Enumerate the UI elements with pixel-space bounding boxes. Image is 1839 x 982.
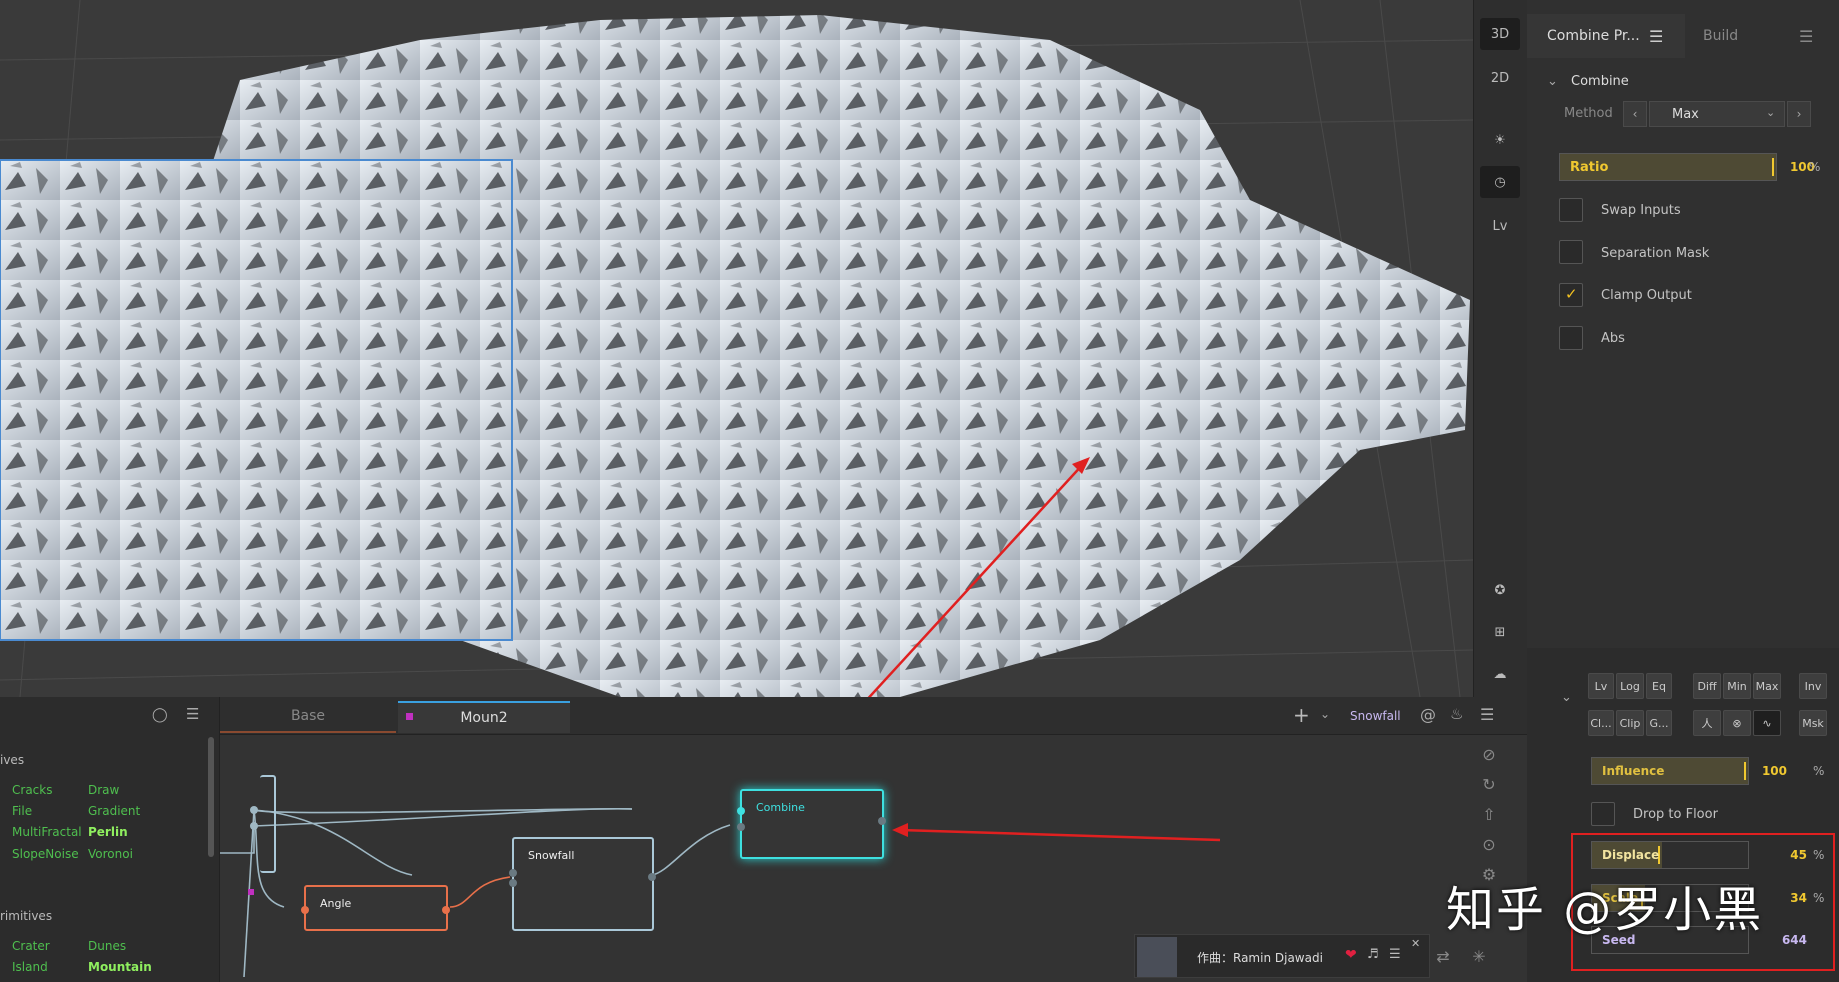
mask-clamp-button[interactable]: Cl... [1588,710,1614,736]
swap-inputs-checkbox[interactable] [1559,198,1583,222]
method-select[interactable]: Max ⌄ [1649,101,1785,127]
watermark: 知乎 @罗小黑 [1446,882,1764,938]
library-item[interactable]: MultiFractal [12,825,82,839]
method-value: Max [1672,107,1699,122]
mask-max-button[interactable]: Max [1753,673,1781,699]
chevron-down-icon: ⌄ [1766,106,1776,119]
library-item[interactable]: Island [12,960,48,974]
library-item[interactable]: Mountain [88,960,152,974]
mask-cross-icon[interactable]: ⊗ [1723,710,1751,736]
mask-person-icon[interactable]: 人 [1693,710,1721,736]
ratio-slider[interactable]: Ratio [1559,153,1777,181]
method-label: Method [1564,106,1613,121]
mask-msk-button[interactable]: Msk [1799,710,1827,736]
node-library: ◯ ☰ ives Cracks Draw File Gradient Multi… [0,697,220,982]
volume-icon[interactable]: ♬ [1367,947,1379,962]
clamp-output-label: Clamp Output [1601,288,1692,303]
library-item[interactable]: Draw [88,783,119,797]
sync-icon[interactable]: ⇄ [1432,947,1454,966]
method-prev-button[interactable]: ‹ [1623,101,1647,127]
heart-icon[interactable]: ❤ [1345,947,1357,963]
chevron-down-icon[interactable]: ⌄ [1561,690,1572,705]
influence-value: 100 [1761,764,1787,778]
mask-inv-button[interactable]: Inv [1799,673,1827,699]
library-scrollbar[interactable] [208,737,214,857]
section-combine: Combine [1571,74,1629,89]
abs-checkbox[interactable] [1559,326,1583,350]
library-item[interactable]: Dunes [88,939,126,953]
ratio-value: 100 [1789,160,1815,174]
library-item[interactable]: File [12,804,32,818]
separation-mask-label: Separation Mask [1601,246,1710,261]
build-menu-icon[interactable]: ☰ [1799,14,1813,58]
tab-combine-properties-label: Combine Pr... [1547,28,1640,44]
influence-label: Influence [1602,764,1665,778]
viewport-toolbar: 3D 2D ☀ ◷ Lv ✪ ⊞ ☁ [1473,0,1527,697]
ratio-unit: % [1809,160,1821,174]
mask-lv-button[interactable]: Lv [1588,673,1614,699]
library-item[interactable]: SlopeNoise [12,847,79,861]
target-icon[interactable]: ⊙ [1478,835,1500,854]
view-3d-button[interactable]: 3D [1480,18,1520,50]
playlist-icon[interactable]: ☰ [1389,947,1401,962]
sun-icon[interactable]: ☀ [1480,124,1520,156]
mask-log-button[interactable]: Log [1616,673,1644,699]
library-item[interactable]: Perlin [88,825,128,839]
chevron-down-icon[interactable]: ⌄ [1547,74,1558,89]
properties-panel: Combine Pr... ☰ Build ☰ ⌄ Combine Method… [1527,0,1839,982]
method-next-button[interactable]: › [1787,101,1811,127]
drop-to-floor-label: Drop to Floor [1633,807,1718,822]
lv-button[interactable]: Lv [1480,210,1520,242]
tab-build[interactable]: Build [1703,14,1738,58]
library-group-heading: ives [0,753,25,767]
library-menu-icon[interactable]: ☰ [186,705,199,723]
drop-to-floor-checkbox[interactable] [1591,802,1615,826]
separation-mask-checkbox[interactable] [1559,240,1583,264]
annotation-arrow-up [867,457,1090,697]
influence-unit: % [1813,764,1825,778]
music-player: 作曲：Ramin Djawadi ❤ ♬ ☰ ✕ [1134,934,1430,978]
mask-min-button[interactable]: Min [1723,673,1751,699]
gauge-icon[interactable]: ◷ [1480,166,1520,198]
library-group-heading: rimitives [0,909,53,923]
export-icon[interactable]: ⇧ [1478,805,1500,824]
album-art [1137,937,1177,977]
cloud-icon[interactable]: ☁ [1480,658,1520,690]
influence-slider[interactable]: Influence [1591,757,1749,785]
terrain-viewport[interactable] [0,0,1473,697]
close-icon[interactable]: ✕ [1411,937,1420,950]
compass-icon[interactable]: ✪ [1480,574,1520,606]
player-track-text: 作曲：Ramin Djawadi [1197,951,1323,965]
mask-wave-icon[interactable]: ∿ [1753,710,1781,736]
library-item[interactable]: Gradient [88,804,140,818]
swap-inputs-label: Swap Inputs [1601,203,1681,218]
library-item[interactable]: Crater [12,939,50,953]
mask-clip-button[interactable]: Clip [1616,710,1644,736]
mask-g-button[interactable]: G... [1646,710,1672,736]
library-item[interactable]: Voronoi [88,847,133,861]
ratio-label: Ratio [1570,160,1609,175]
mask-eq-button[interactable]: Eq [1646,673,1672,699]
abs-label: Abs [1601,331,1625,346]
network-icon[interactable]: ✳ [1468,947,1490,966]
clamp-output-checkbox[interactable] [1559,283,1583,307]
refresh-icon[interactable]: ↻ [1478,775,1500,794]
mask-diff-button[interactable]: Diff [1693,673,1721,699]
disable-icon[interactable]: ⊘ [1478,745,1500,764]
toggle-icon[interactable]: ◯ [152,707,168,723]
menu-icon[interactable]: ☰ [1649,14,1663,58]
grid-layout-icon[interactable]: ⊞ [1480,616,1520,648]
library-item[interactable]: Cracks [12,783,52,797]
view-2d-button[interactable]: 2D [1480,62,1520,94]
